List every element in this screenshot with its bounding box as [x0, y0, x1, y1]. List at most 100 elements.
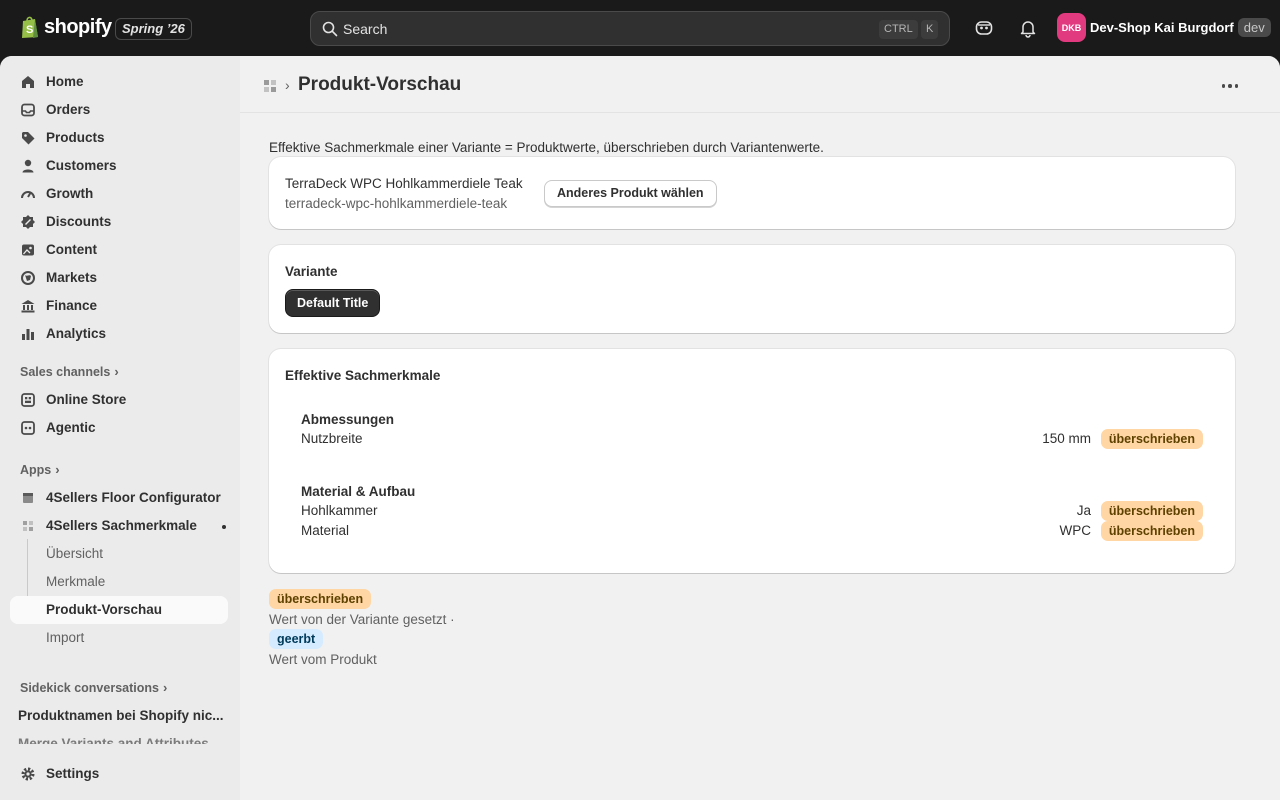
attribute-name: Material — [301, 523, 350, 538]
sidekick-conversation[interactable]: Merge Variants and Attributes — [18, 736, 223, 744]
sidebar-item-label: Import — [46, 630, 85, 645]
inbox-icon — [21, 103, 35, 117]
sidekick-conversation[interactable]: Produktnamen bei Shopify nic... — [18, 708, 223, 723]
store-avatar: DKB — [1057, 13, 1086, 42]
page-header: › Produkt-Vorschau — [240, 56, 1280, 113]
sidebar-item-label: Analytics — [46, 326, 107, 341]
change-product-button[interactable]: Anderes Produkt wählen — [544, 180, 717, 207]
active-dot — [222, 525, 226, 529]
sidebar-item-label: Content — [46, 242, 97, 257]
sidebar-item-label: Online Store — [46, 392, 127, 407]
sidebar-item-online-store[interactable]: Online Store — [10, 386, 228, 414]
section-label: Sidekick conversations — [20, 680, 159, 695]
variant-card: Variante Default Title — [269, 245, 1235, 333]
sales-channels-header[interactable]: Sales channels › — [20, 364, 119, 379]
globe-icon — [21, 271, 35, 285]
sidebar-item-markets[interactable]: Markets — [10, 264, 228, 292]
bar-chart-icon — [22, 329, 34, 340]
sidebar-item-label: Customers — [46, 158, 117, 173]
sidebar-item-home[interactable]: Home — [10, 68, 228, 96]
sidebar-item-analytics[interactable]: Analytics — [10, 320, 228, 348]
attribute-value: Ja — [1076, 503, 1091, 518]
store-icon — [21, 393, 35, 407]
agentic-icon — [21, 421, 35, 435]
sidebar-item-label: Merkmale — [46, 574, 106, 589]
sidebar-item-label: Discounts — [46, 214, 112, 229]
status-badge: überschrieben — [1100, 429, 1203, 449]
store-menu[interactable]: DKB Dev-Shop Kai Burgdorf dev — [1057, 13, 1271, 42]
sidebar-item-floor-configurator[interactable]: 4Sellers Floor Configurator — [10, 484, 228, 512]
discount-icon — [21, 215, 35, 229]
attribute-value: 150 mm — [1042, 431, 1091, 446]
product-title: TerraDeck WPC Hohlkammerdiele Teak — [285, 176, 523, 191]
sidebar-item-discounts[interactable]: Discounts — [10, 208, 228, 236]
sidekick-icon[interactable] — [974, 18, 994, 38]
intro-text: Effektive Sachmerkmale einer Variante = … — [269, 140, 824, 155]
admin-shell: Home Orders Products Customers Growth Di… — [0, 56, 1280, 800]
page-title: Produkt-Vorschau — [298, 74, 462, 95]
sidebar-item-label: Agentic — [46, 420, 96, 435]
sidebar-subitem-uebersicht[interactable]: Übersicht — [10, 540, 228, 568]
attribute-group-heading: Material & Aufbau — [301, 484, 416, 499]
sidebar-item-sachmerkmale[interactable]: 4Sellers Sachmerkmale — [10, 512, 228, 540]
sidebar-item-label: Orders — [46, 102, 91, 117]
sidebar-item-content[interactable]: Content — [10, 236, 228, 264]
home-icon — [22, 76, 34, 88]
sidebar-item-label: Products — [46, 130, 105, 145]
sidebar-item-label: 4Sellers Floor Configurator — [46, 490, 221, 505]
sidebar-subitem-merkmale[interactable]: Merkmale — [10, 568, 228, 596]
top-bar: S shopify Spring ’26 Search CTRL K DKB D… — [0, 0, 1280, 56]
sidebar-item-products[interactable]: Products — [10, 124, 228, 152]
chevron-right-icon: › — [162, 680, 168, 695]
app-grid-icon[interactable] — [262, 78, 278, 94]
sidekick-header[interactable]: Sidekick conversations › — [20, 680, 167, 695]
attribute-value: WPC — [1059, 523, 1092, 538]
edition-badge[interactable]: Spring ’26 — [115, 18, 192, 40]
env-badge: dev — [1237, 18, 1271, 37]
variant-heading: Variante — [285, 264, 338, 279]
sidebar-item-label: Übersicht — [46, 546, 104, 561]
shortcut-k: K — [921, 20, 939, 39]
tag-icon — [22, 132, 35, 145]
apps-header[interactable]: Apps › — [20, 462, 60, 477]
sidebar-item-orders[interactable]: Orders — [10, 96, 228, 124]
store-name: Dev-Shop Kai Burgdorf — [1090, 20, 1234, 35]
sidebar-item-settings[interactable]: Settings — [10, 760, 228, 788]
sidebar-item-customers[interactable]: Customers — [10, 152, 228, 180]
status-badge: überschrieben — [1100, 501, 1203, 521]
attribute-group-heading: Abmessungen — [301, 412, 395, 427]
section-label: Sales channels — [20, 364, 111, 379]
gauge-icon — [21, 191, 35, 199]
section-label: Apps — [20, 462, 52, 477]
sidebar-item-label: Home — [46, 74, 84, 89]
legend-overridden-text: Wert von der Variante gesetzt · — [269, 612, 455, 627]
app-grid-icon — [23, 521, 33, 531]
sidebar-item-finance[interactable]: Finance — [10, 292, 228, 320]
shortcut-ctrl: CTRL — [879, 20, 918, 39]
attribute-name: Hohlkammer — [301, 503, 378, 518]
main-content: › Produkt-Vorschau Effektive Sachmerkmal… — [240, 56, 1280, 800]
product-card: TerraDeck WPC Hohlkammerdiele Teak terra… — [269, 157, 1235, 229]
sidebar-item-agentic[interactable]: Agentic — [10, 414, 228, 442]
variant-default-title-button[interactable]: Default Title — [285, 289, 381, 317]
sidebar-item-label: Finance — [46, 298, 98, 313]
app-icon — [23, 493, 33, 503]
sidebar: Home Orders Products Customers Growth Di… — [0, 56, 240, 800]
person-icon — [22, 159, 34, 173]
attributes-card: Effektive Sachmerkmale Abmessungen Nutzb… — [269, 349, 1235, 573]
search-bar[interactable]: Search CTRL K — [310, 11, 950, 46]
attribute-row: Hohlkammer Ja überschrieben — [301, 501, 1203, 521]
status-badge: überschrieben — [1100, 521, 1203, 541]
sidebar-subitem-produkt-vorschau[interactable]: Produkt-Vorschau — [10, 596, 228, 624]
shopify-bag-icon: S — [22, 16, 38, 38]
chevron-right-icon: › — [114, 364, 119, 379]
sidebar-item-growth[interactable]: Growth — [10, 180, 228, 208]
more-actions-button[interactable] — [1216, 74, 1244, 98]
notification-bell-icon[interactable] — [1018, 18, 1038, 38]
shopify-logo[interactable]: S shopify — [20, 15, 112, 39]
legend-overridden-badge: überschrieben — [269, 589, 372, 609]
sidebar-subitem-import[interactable]: Import — [10, 624, 228, 652]
image-icon — [22, 244, 34, 256]
sidebar-item-label: Produkt-Vorschau — [46, 602, 163, 617]
bank-icon — [21, 300, 35, 313]
